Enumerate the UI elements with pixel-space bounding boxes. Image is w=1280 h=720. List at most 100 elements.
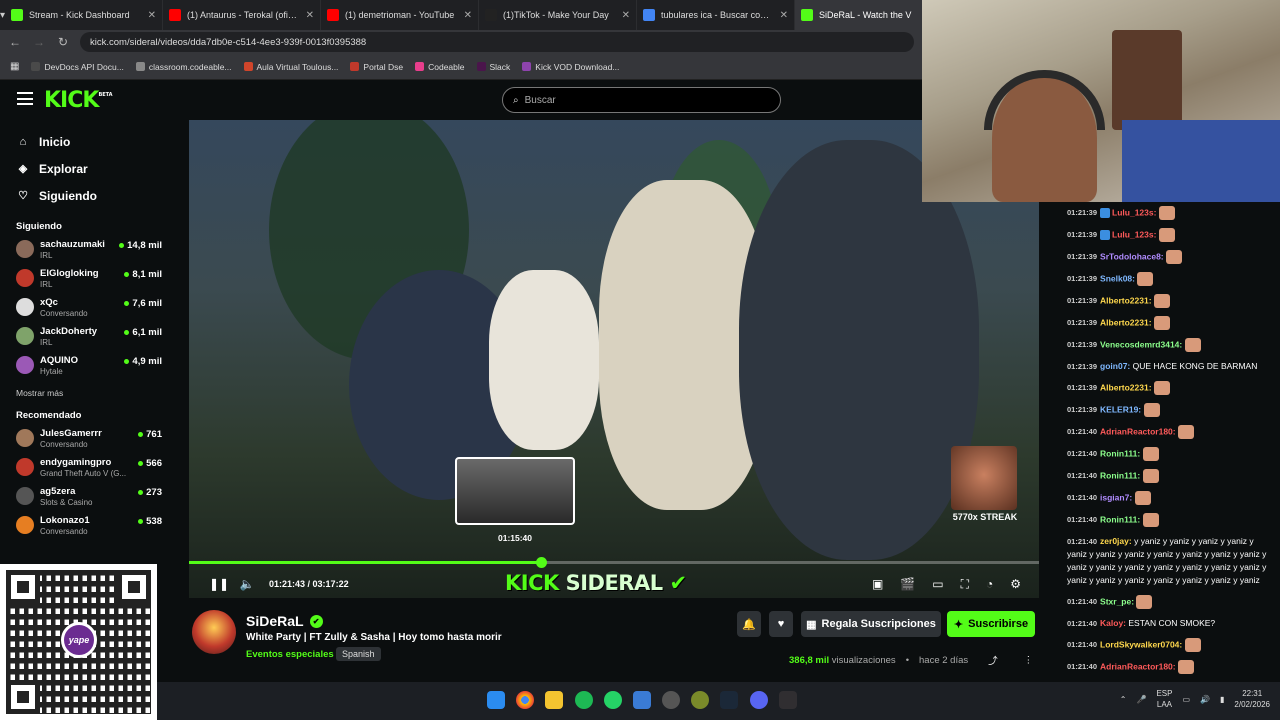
- seek-preview-time: 01:15:40: [497, 533, 533, 543]
- fullscreen-icon[interactable]: ⛶: [961, 577, 969, 592]
- forward-icon[interactable]: →: [32, 35, 46, 49]
- chat-username[interactable]: AdrianReactor180:: [1100, 661, 1176, 671]
- seek-bar-handle[interactable]: [535, 557, 547, 568]
- bookmark-item[interactable]: Aula Virtual Toulous...: [243, 62, 338, 72]
- chat-username[interactable]: Ronin111:: [1100, 470, 1140, 480]
- app-icon[interactable]: [662, 691, 680, 709]
- photos-icon[interactable]: [633, 691, 651, 709]
- chat-username[interactable]: KELER19:: [1100, 404, 1141, 414]
- chat-username[interactable]: Lulu_123s:: [1112, 229, 1156, 239]
- clip-icon[interactable]: 🎬: [900, 577, 915, 592]
- bookmark-item[interactable]: Kick VOD Download...: [522, 62, 619, 72]
- settings-icon[interactable]: ⚙: [1010, 577, 1021, 592]
- tab-close-icon[interactable]: ✕: [306, 10, 314, 21]
- browser-tab[interactable]: (1) Antaurus - Terokal (oficial) - ✕: [163, 0, 322, 30]
- video-category[interactable]: Eventos especiales: [246, 649, 334, 660]
- apps-grid-icon[interactable]: ▦: [10, 61, 19, 72]
- browser-tab[interactable]: (1) demetrioman - YouTube ✕: [321, 0, 480, 30]
- battery-icon[interactable]: ▮: [1220, 695, 1224, 704]
- chat-username[interactable]: AdrianReactor180:: [1100, 426, 1176, 436]
- chat-username[interactable]: LordSkywalker0704:: [1100, 639, 1182, 649]
- sidebar-channel[interactable]: JulesGamerrr Conversando 761: [0, 426, 170, 455]
- chat-username[interactable]: Ronin111:: [1100, 448, 1140, 458]
- miniplayer-icon[interactable]: ▣: [872, 577, 883, 592]
- chat-username[interactable]: Venecosdemrd3414:: [1100, 339, 1182, 349]
- sidebar-channel[interactable]: xQc Conversando 7,6 mil: [0, 295, 170, 324]
- steam-icon[interactable]: [720, 691, 738, 709]
- discord-icon[interactable]: [750, 691, 768, 709]
- spotify-icon[interactable]: [575, 691, 593, 709]
- bookmark-item[interactable]: DevDocs API Docu...: [31, 62, 124, 72]
- follow-button[interactable]: ♥: [769, 611, 793, 637]
- notifications-button[interactable]: 🔔: [737, 611, 761, 637]
- browser-tab[interactable]: Stream - Kick Dashboard ✕: [5, 0, 164, 30]
- chat-username[interactable]: Alberto2231:: [1100, 317, 1152, 327]
- video-player[interactable]: 01:15:40 5770x STREAK ❚❚ 🔈 01:21:43 / 03…: [189, 120, 1039, 598]
- clock[interactable]: 22:31 2/02/2026: [1234, 688, 1270, 710]
- bookmark-item[interactable]: Slack: [476, 62, 510, 72]
- windows-start-icon[interactable]: [487, 691, 505, 709]
- monitor-icon[interactable]: ▭: [1182, 695, 1190, 704]
- chat-username[interactable]: Alberto2231:: [1100, 295, 1152, 305]
- nav-item-siguiendo[interactable]: ♡ Siguiendo: [0, 182, 170, 209]
- chat-username[interactable]: SrTodolohace8:: [1100, 251, 1164, 261]
- language-tag[interactable]: Spanish: [336, 647, 381, 661]
- viewer-count: 566: [138, 458, 162, 469]
- subscribe-button[interactable]: ✦ Suscribirse: [947, 611, 1035, 637]
- browser-tab[interactable]: (1)TikTok - Make Your Day ✕: [479, 0, 638, 30]
- sidebar-channel[interactable]: Lokonazo1 Conversando 538: [0, 513, 170, 542]
- reload-icon[interactable]: ↻: [56, 35, 70, 49]
- tab-close-icon[interactable]: ✕: [148, 10, 156, 21]
- chat-username[interactable]: zer0jay:: [1100, 536, 1132, 546]
- sidebar-channel[interactable]: ag5zera Slots & Casino 273: [0, 484, 170, 513]
- tab-close-icon[interactable]: ✕: [780, 10, 788, 21]
- sidebar-channel[interactable]: JackDoherty IRL 6,1 mil: [0, 324, 170, 353]
- channel-name[interactable]: SiDeRaL: [246, 613, 304, 629]
- tray-overflow-icon[interactable]: ⌃: [1120, 695, 1127, 704]
- back-icon[interactable]: ←: [8, 35, 22, 49]
- nav-item-explorar[interactable]: ◈ Explorar: [0, 155, 170, 182]
- chat-username[interactable]: Alberto2231:: [1100, 382, 1152, 392]
- gift-subs-button[interactable]: ▦ Regala Suscripciones: [801, 611, 941, 637]
- bookmark-item[interactable]: Portal Dse: [350, 62, 403, 72]
- kick-logo[interactable]: KICKBETA: [44, 88, 113, 113]
- chat-username[interactable]: Kaloy:: [1100, 618, 1126, 628]
- seek-bar[interactable]: [189, 557, 1039, 568]
- app-icon[interactable]: [691, 691, 709, 709]
- more-options-icon[interactable]: ⋮: [1024, 655, 1034, 666]
- file-explorer-icon[interactable]: [545, 691, 563, 709]
- url-field[interactable]: kick.com/sideral/videos/dda7db0e-c514-4e…: [80, 32, 914, 52]
- tab-close-icon[interactable]: ✕: [464, 10, 472, 21]
- sidebar-channel[interactable]: AQUINO Hytale 4,9 mil: [0, 353, 170, 382]
- chat-username[interactable]: Ronin111:: [1100, 514, 1140, 524]
- show-more-link[interactable]: Mostrar más: [0, 388, 170, 398]
- sidebar-channel[interactable]: ElGlogloking IRL 8,1 mil: [0, 266, 170, 295]
- channel-avatar[interactable]: [192, 610, 236, 654]
- nav-item-inicio[interactable]: ⌂ Inicio: [0, 128, 170, 155]
- mic-icon[interactable]: 🎤: [1136, 695, 1146, 704]
- sidebar-channel[interactable]: sachauzumaki IRL 14,8 mil: [0, 237, 170, 266]
- bookmark-item[interactable]: classroom.codeable...: [135, 62, 232, 72]
- whatsapp-icon[interactable]: [604, 691, 622, 709]
- share-icon[interactable]: ⤴: [988, 653, 998, 667]
- theater-mode-icon[interactable]: ▭: [932, 577, 943, 592]
- chrome-icon[interactable]: [516, 691, 534, 709]
- tab-close-icon[interactable]: ✕: [622, 10, 630, 21]
- obs-icon[interactable]: [779, 691, 797, 709]
- chat-username[interactable]: goin07:: [1100, 361, 1130, 371]
- chat-username[interactable]: Snelk08:: [1100, 273, 1135, 283]
- chat-username[interactable]: Stxr_pe:: [1100, 596, 1134, 606]
- language-indicator[interactable]: ESP LAA: [1156, 688, 1172, 710]
- speaker-icon[interactable]: 🔊: [1200, 695, 1210, 704]
- speed-icon[interactable]: ◔: [986, 577, 993, 592]
- browser-tab[interactable]: tubulares ica - Buscar con Goo ✕: [637, 0, 796, 30]
- bookmark-item[interactable]: Codeable: [415, 62, 465, 72]
- sidebar-channel[interactable]: endygamingpro Grand Theft Auto V (G... 566: [0, 455, 170, 484]
- volume-icon[interactable]: 🔈: [239, 577, 255, 591]
- channel-category: Slots & Casino: [40, 498, 93, 507]
- menu-icon[interactable]: [17, 92, 33, 105]
- chat-username[interactable]: isgian7:: [1100, 492, 1132, 502]
- pause-icon[interactable]: ❚❚: [209, 577, 229, 591]
- chat-username[interactable]: Lulu_123s:: [1112, 207, 1156, 217]
- search-input[interactable]: ⌕ Buscar: [502, 87, 781, 113]
